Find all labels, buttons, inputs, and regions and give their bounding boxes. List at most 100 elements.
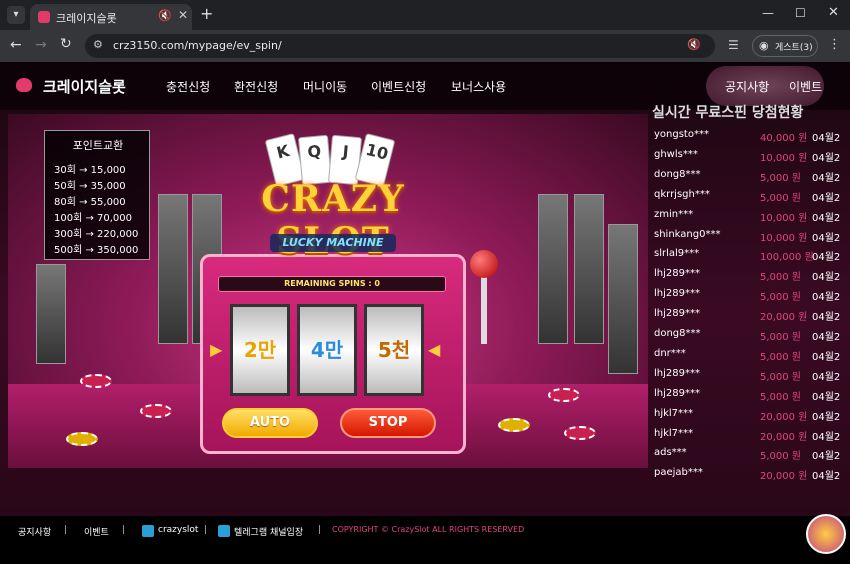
winner-date: 04월2 [812, 252, 841, 264]
slot-banner: 포인트교환 30회 → 15,000 50회 → 35,000 80회 → 55… [8, 114, 648, 468]
winner-date: 04월2 [812, 471, 841, 483]
winner-amount: 20,000 원 [760, 312, 808, 324]
winner-date: 04월2 [812, 212, 841, 224]
winner-amount: 5,000 원 [760, 451, 802, 463]
profile-label: 게스트(3) [775, 43, 813, 53]
stop-button[interactable]: STOP [340, 408, 436, 438]
logo-text[interactable]: 크레이지슬롯 [43, 76, 126, 97]
tab-mute-icon[interactable]: 🔇 [158, 9, 172, 22]
winner-name: paejab*** [654, 467, 703, 479]
bg-slot-machine [538, 194, 568, 344]
site-muted-icon[interactable]: 🔇 [687, 38, 701, 51]
winner-date: 04월2 [812, 272, 841, 284]
reel-1: 2만 [230, 304, 290, 396]
nav-charge[interactable]: 충전신청 [166, 78, 210, 95]
back-icon[interactable]: ← [10, 37, 22, 53]
copyright-text: COPYRIGHT © CrazySlot ALL RIGHTS RESERVE… [332, 525, 525, 534]
right-arrow-icon: ◀ [428, 340, 441, 359]
window-close-icon[interactable]: ✕ [828, 5, 839, 20]
winners-list: yongsto*** 40,000 원 04월2 ghwls*** 10,000 원 04… [652, 126, 850, 486]
auto-button[interactable]: AUTO [222, 408, 318, 438]
winner-name: ghwls*** [654, 148, 698, 160]
profile-button[interactable]: ◉ 게스트(3) [752, 35, 818, 57]
footer-separator: | [122, 525, 126, 535]
winner-name: lhj289*** [654, 308, 700, 320]
winner-row: lhj289*** 20,000 원 04월2 [652, 305, 850, 325]
winner-amount: 5,000 원 [760, 192, 802, 204]
casino-chip [140, 404, 172, 418]
footer-telegram-channel-link[interactable]: 텔레그램 채널입장 [234, 525, 303, 538]
winner-name: qkrrjsgh*** [654, 188, 710, 200]
footer-event-link[interactable]: 이벤트 [84, 525, 109, 538]
site-info-icon[interactable]: ⚙ [93, 38, 103, 51]
bg-slot-machine [608, 224, 638, 374]
winner-date: 04월2 [812, 192, 841, 204]
winner-date: 04월2 [812, 371, 841, 383]
exchange-row: 50회 → 35,000 [54, 181, 126, 192]
winner-row: zmin*** 10,000 원 04월2 [652, 206, 850, 226]
menu-icon[interactable]: ⋮ [828, 37, 841, 52]
winner-name: dong8*** [654, 328, 701, 339]
winner-row: ghwls*** 10,000 원 04월2 [652, 146, 850, 166]
winner-row: hjkl7*** 20,000 원 04월2 [652, 405, 850, 425]
winner-row: paejab*** 20,000 원 04월2 [652, 464, 850, 484]
reload-icon[interactable]: ↻ [60, 36, 72, 52]
browser-tab[interactable]: 크레이지슬롯 🔇 ✕ [30, 4, 192, 30]
winner-date: 04월2 [812, 411, 841, 423]
maximize-icon[interactable]: ☐ [795, 6, 806, 20]
address-bar[interactable]: ⚙ crz3150.com/mypage/ev_spin/ 🔇 [85, 34, 715, 58]
slot-subtitle: LUCKY MACHINE [270, 234, 396, 252]
winner-name: lhj289*** [654, 268, 700, 280]
new-tab-icon[interactable]: + [200, 4, 213, 23]
nav-money-transfer[interactable]: 머니이동 [303, 78, 347, 95]
winner-row: slrlal9*** 100,000 원 04월2 [652, 245, 850, 265]
exchange-row: 100회 → 70,000 [54, 213, 133, 224]
nav-bonus[interactable]: 보너스사용 [451, 78, 506, 95]
winner-name: dnr*** [654, 347, 686, 359]
remaining-spins: REMAINING SPINS : 0 [218, 276, 446, 292]
telegram-icon [218, 525, 230, 537]
nav-notice[interactable]: 공지사항 [725, 78, 769, 95]
footer-notice-link[interactable]: 공지사항 [18, 525, 51, 538]
winner-name: lhj289*** [654, 387, 700, 399]
winner-amount: 10,000 원 [760, 152, 808, 164]
nav-event-apply[interactable]: 이벤트신청 [371, 78, 426, 95]
footer-separator: | [64, 525, 68, 535]
reading-list-icon[interactable]: ☰ [728, 38, 739, 52]
casino-chip [66, 432, 98, 446]
lever-stick [481, 274, 487, 344]
winner-date: 04월2 [812, 332, 841, 343]
url-text[interactable]: crz3150.com/mypage/ev_spin/ [113, 39, 282, 52]
winner-amount: 10,000 원 [760, 232, 808, 244]
winner-amount: 20,000 원 [760, 431, 808, 443]
winner-name: hjkl7*** [654, 407, 694, 419]
winner-date: 04월2 [812, 391, 841, 403]
favicon-icon [38, 11, 50, 23]
nav-event[interactable]: 이벤트 [789, 78, 822, 95]
tab-close-icon[interactable]: ✕ [178, 8, 188, 22]
winner-row: ads*** 5,000 원 04월2 [652, 444, 850, 464]
exchange-title: 포인트교환 [72, 139, 124, 152]
tab-search-dropdown[interactable]: ▾ [7, 6, 25, 24]
winner-name: lhj289*** [654, 288, 700, 300]
page: 크레이지슬롯 충전신청 환전신청 머니이동 이벤트신청 보너스사용 공지사항 이… [0, 62, 850, 564]
footer-telegram-link[interactable]: crazyslot [158, 525, 198, 535]
point-exchange-table: 포인트교환 30회 → 15,000 50회 → 35,000 80회 → 55… [44, 130, 150, 260]
winner-amount: 100,000 원 [760, 252, 814, 264]
footer-separator: | [318, 525, 322, 535]
winner-date: 04월2 [812, 152, 841, 164]
nav-exchange[interactable]: 환전신청 [234, 78, 278, 95]
winner-amount: 40,000 원 [760, 133, 808, 144]
winner-amount: 5,000 원 [760, 332, 802, 343]
winner-date: 04월2 [812, 312, 841, 324]
winner-date: 04월2 [812, 292, 841, 304]
left-arrow-icon: ▶ [210, 340, 223, 359]
winner-amount: 5,000 원 [760, 351, 802, 363]
logo-icon[interactable] [16, 78, 32, 92]
winner-date: 04월2 [812, 451, 841, 463]
forward-icon[interactable]: → [35, 37, 47, 53]
site-footer: 공지사항 | 이벤트 | crazyslot | 텔레그램 채널입장 | COP… [0, 514, 850, 564]
mascot-icon[interactable] [806, 514, 846, 554]
lever-handle[interactable] [470, 250, 498, 278]
minimize-icon[interactable]: — [762, 6, 774, 20]
